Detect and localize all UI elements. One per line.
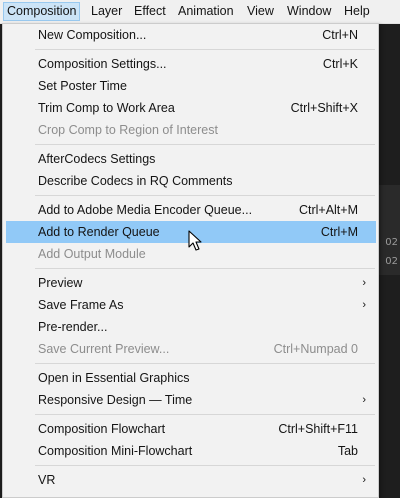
menu-item-add-to-media-encoder[interactable]: Add to Adobe Media Encoder Queue... Ctrl… — [6, 199, 376, 221]
menu-item-label: Responsive Design — Time — [38, 393, 193, 407]
menu-item-describe-codecs[interactable]: Describe Codecs in RQ Comments — [6, 170, 376, 192]
menu-item-label: Open in Essential Graphics — [38, 371, 190, 385]
menu-item-vr[interactable]: VR › — [6, 469, 376, 491]
composition-dropdown-menu: New Composition... Ctrl+N Composition Se… — [2, 23, 379, 498]
menu-item-label: AfterCodecs Settings — [38, 152, 156, 166]
menu-item-trim-comp[interactable]: Trim Comp to Work Area Ctrl+Shift+X — [6, 97, 376, 119]
menu-item-shortcut: Ctrl+Alt+M — [298, 203, 358, 217]
menu-layer[interactable]: Layer — [88, 3, 125, 20]
menu-item-responsive-design-time[interactable]: Responsive Design — Time › — [6, 389, 376, 411]
menu-item-preview[interactable]: Preview › — [6, 272, 376, 294]
menu-item-composition-mini-flowchart[interactable]: Composition Mini-Flowchart Tab — [6, 440, 376, 462]
menu-item-label: Add to Render Queue — [38, 225, 160, 239]
menu-item-shortcut: Ctrl+Shift+X — [290, 101, 358, 115]
menu-effect[interactable]: Effect — [131, 3, 169, 20]
menu-item-label: Add to Adobe Media Encoder Queue... — [38, 203, 253, 217]
menu-item-label: Save Frame As — [38, 298, 124, 312]
menu-item-label: Save Current Preview... — [38, 342, 170, 356]
menu-help[interactable]: Help — [341, 3, 373, 20]
menu-separator — [35, 195, 375, 196]
menu-item-label: VR — [38, 473, 56, 487]
menu-item-shortcut: Ctrl+M — [320, 225, 358, 239]
menu-item-label: Set Poster Time — [38, 79, 127, 93]
menu-item-shortcut: Ctrl+Numpad 0 — [273, 342, 358, 356]
menu-separator — [35, 268, 375, 269]
menu-separator — [35, 414, 375, 415]
mouse-cursor-icon — [188, 230, 202, 251]
menu-item-save-current-preview: Save Current Preview... Ctrl+Numpad 0 — [6, 338, 376, 360]
menu-bar: Composition Layer Effect Animation View … — [0, 0, 400, 24]
menu-animation[interactable]: Animation — [175, 3, 237, 20]
menu-item-crop-comp: Crop Comp to Region of Interest — [6, 119, 376, 141]
menu-view[interactable]: View — [244, 3, 277, 20]
submenu-arrow-icon: › — [362, 277, 366, 289]
menu-item-label: Pre-render... — [38, 320, 108, 334]
menu-item-label: Trim Comp to Work Area — [38, 101, 175, 115]
menu-item-label: Describe Codecs in RQ Comments — [38, 174, 233, 188]
menu-item-new-composition[interactable]: New Composition... Ctrl+N — [6, 24, 376, 46]
menu-item-aftercodecs-settings[interactable]: AfterCodecs Settings — [6, 148, 376, 170]
menu-item-save-frame-as[interactable]: Save Frame As › — [6, 294, 376, 316]
submenu-arrow-icon: › — [362, 299, 366, 311]
menu-item-label: Crop Comp to Region of Interest — [38, 123, 218, 137]
menu-separator — [35, 465, 375, 466]
menu-separator — [35, 49, 375, 50]
menu-item-set-poster-time[interactable]: Set Poster Time — [6, 75, 376, 97]
menu-item-pre-render[interactable]: Pre-render... — [6, 316, 376, 338]
submenu-arrow-icon: › — [362, 394, 366, 406]
submenu-arrow-icon: › — [362, 474, 366, 486]
menu-item-label: Composition Mini-Flowchart — [38, 444, 193, 458]
menu-item-label: Preview — [38, 276, 83, 290]
background-value: 02 — [385, 237, 398, 248]
menu-item-composition-settings[interactable]: Composition Settings... Ctrl+K — [6, 53, 376, 75]
menu-window[interactable]: Window — [284, 3, 334, 20]
menu-item-shortcut: Ctrl+K — [322, 57, 358, 71]
menu-item-shortcut: Ctrl+N — [322, 28, 358, 42]
menu-item-label: New Composition... — [38, 28, 147, 42]
menu-separator — [35, 363, 375, 364]
menu-item-composition-flowchart[interactable]: Composition Flowchart Ctrl+Shift+F11 — [6, 418, 376, 440]
menu-item-label: Composition Settings... — [38, 57, 167, 71]
menu-item-open-essential-graphics[interactable]: Open in Essential Graphics — [6, 367, 376, 389]
menu-item-shortcut: Tab — [337, 444, 358, 458]
menu-item-label: Composition Flowchart — [38, 422, 166, 436]
menu-item-label: Add Output Module — [38, 247, 146, 261]
menu-separator — [35, 144, 375, 145]
menu-composition[interactable]: Composition — [3, 2, 81, 21]
menu-item-shortcut: Ctrl+Shift+F11 — [278, 422, 358, 436]
background-value: 02 — [385, 256, 398, 267]
